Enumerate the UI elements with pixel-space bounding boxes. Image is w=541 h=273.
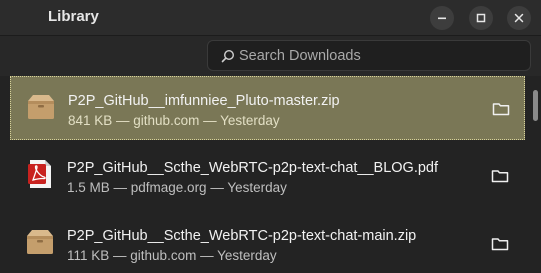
list-item[interactable]: P2P_GitHub__Scthe_WebRTC-p2p-text-chat-m… [10,212,525,273]
archive-icon [27,230,53,254]
maximize-icon [476,13,486,23]
search-input[interactable] [239,41,519,70]
folder-icon[interactable] [490,234,510,254]
file-name: P2P_GitHub__imfunniee_Pluto-master.zip [68,93,340,109]
list-item[interactable]: P2P_GitHub__imfunniee_Pluto-master.zip 8… [10,76,525,140]
close-button[interactable] [507,6,531,30]
title-bar[interactable]: Library [0,0,541,36]
minimize-icon [438,17,446,20]
file-name: P2P_GitHub__Scthe_WebRTC-p2p-text-chat__… [67,160,439,176]
pdf-icon [28,160,51,188]
window-title: Library [48,8,99,25]
library-window: Library Search Downloads P2P_GitHub__imf… [0,0,541,273]
downloads-list: P2P_GitHub__imfunniee_Pluto-master.zip 8… [0,76,541,273]
file-meta: 1.5 MB — pdfmage.org — Yesterday [67,180,287,195]
search-field[interactable] [207,40,531,71]
search-bar [0,36,541,76]
maximize-button[interactable] [469,6,493,30]
file-name: P2P_GitHub__Scthe_WebRTC-p2p-text-chat-m… [67,228,417,244]
close-icon [514,13,524,23]
folder-icon[interactable] [491,99,511,119]
list-item[interactable]: P2P_GitHub__Scthe_WebRTC-p2p-text-chat__… [10,144,525,208]
folder-icon[interactable] [490,166,510,186]
file-meta: 111 KB — github.com — Yesterday [67,248,277,263]
file-meta: 841 KB — github.com — Yesterday [68,113,280,128]
search-icon [221,49,235,63]
minimize-button[interactable] [430,6,454,30]
scrollbar-thumb[interactable] [533,90,538,121]
archive-icon [28,95,54,119]
